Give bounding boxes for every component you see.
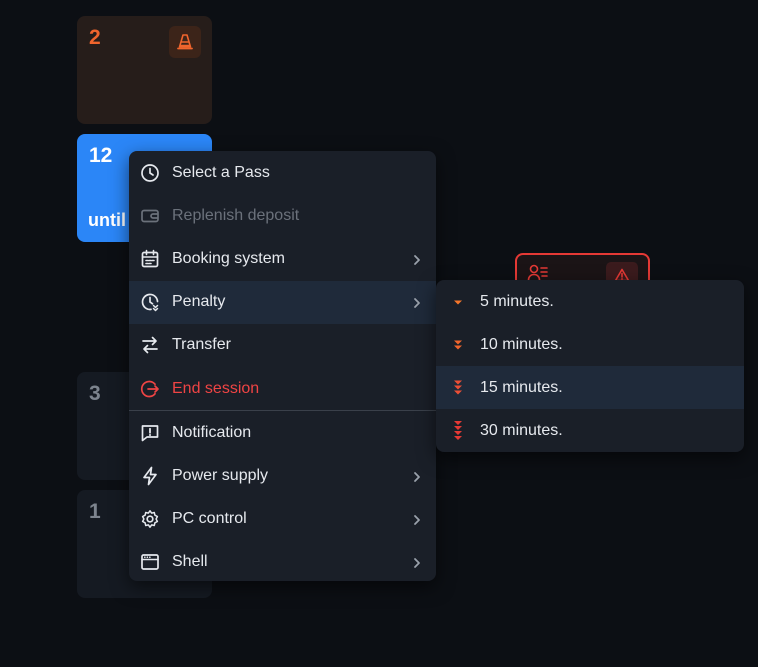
lightning-icon xyxy=(139,465,161,487)
pc-number: 2 xyxy=(89,26,101,49)
pc-number: 1 xyxy=(89,500,101,523)
clock-icon xyxy=(139,162,161,184)
window-icon xyxy=(139,551,161,573)
menu-item-pc-control[interactable]: PC control xyxy=(129,498,436,541)
menu-item-label: Notification xyxy=(172,423,252,441)
logout-icon xyxy=(139,378,161,400)
wallet-icon xyxy=(139,205,161,227)
penalty-option-label: 10 minutes. xyxy=(480,335,563,353)
menu-item-penalty[interactable]: Penalty xyxy=(129,280,436,324)
menu-item-label: Penalty xyxy=(172,293,226,311)
pc-session-until: until xyxy=(88,210,126,230)
menu-item-booking-system[interactable]: Booking system xyxy=(129,237,436,280)
context-menu: Select a Pass Replenish deposit Booking … xyxy=(129,151,436,581)
menu-item-power-supply[interactable]: Power supply xyxy=(129,454,436,497)
penalty-submenu: 5 minutes. 10 minutes. 15 minutes. 30 mi… xyxy=(436,280,744,452)
penalty-option-label: 5 minutes. xyxy=(480,292,554,310)
penalty-option-label: 15 minutes. xyxy=(480,378,563,396)
chevron-right-icon xyxy=(412,556,422,569)
pc-number: 3 xyxy=(89,382,101,405)
gear-icon xyxy=(139,508,161,530)
menu-item-label: Transfer xyxy=(172,336,231,354)
penalty-option-30-minutes[interactable]: 30 minutes. xyxy=(436,409,744,452)
menu-item-transfer[interactable]: Transfer xyxy=(129,324,436,367)
penalty-level-2-icon xyxy=(450,334,466,356)
menu-item-replenish-deposit[interactable]: Replenish deposit xyxy=(129,194,436,237)
penalty-option-5-minutes[interactable]: 5 minutes. xyxy=(436,280,744,323)
pc-number: 12 xyxy=(89,144,113,167)
chevron-right-icon xyxy=(412,513,422,525)
chevron-right-icon xyxy=(412,296,422,309)
penalty-option-10-minutes[interactable]: 10 minutes. xyxy=(436,323,744,366)
menu-item-notification[interactable]: Notification xyxy=(129,411,436,454)
menu-item-label: PC control xyxy=(172,510,247,528)
penalty-option-label: 30 minutes. xyxy=(480,421,563,439)
penalty-level-3-icon xyxy=(450,377,466,399)
clock-penalty-icon xyxy=(139,291,161,313)
pc-tile-2[interactable]: 2 xyxy=(77,16,212,124)
traffic-cone-icon xyxy=(169,26,201,58)
calendar-icon xyxy=(139,248,161,270)
menu-item-end-session[interactable]: End session xyxy=(129,367,436,410)
menu-item-label: End session xyxy=(172,379,260,397)
menu-item-label: Booking system xyxy=(172,249,285,267)
menu-item-label: Shell xyxy=(172,553,208,571)
menu-item-label: Select a Pass xyxy=(172,163,270,181)
penalty-option-15-minutes[interactable]: 15 minutes. xyxy=(436,366,744,409)
menu-item-shell[interactable]: Shell xyxy=(129,541,436,584)
message-alert-icon xyxy=(139,422,161,444)
transfer-arrows-icon xyxy=(139,334,161,356)
penalty-level-1-icon xyxy=(450,291,466,313)
menu-item-label: Power supply xyxy=(172,466,269,484)
menu-item-select-pass[interactable]: Select a Pass xyxy=(129,151,436,194)
menu-item-label: Replenish deposit xyxy=(172,206,300,224)
chevron-right-icon xyxy=(412,253,422,265)
penalty-level-4-icon xyxy=(450,420,466,442)
chevron-right-icon xyxy=(412,470,422,482)
